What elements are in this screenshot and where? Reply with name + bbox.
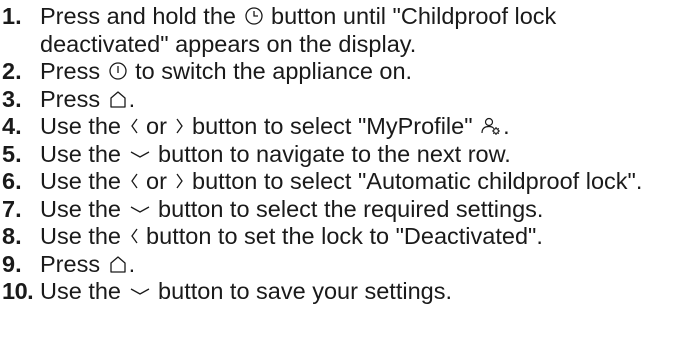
step-number: 6.	[2, 168, 22, 194]
step-text-part: Use the	[40, 223, 128, 249]
step-number: 1.	[2, 3, 22, 29]
step-3: 3. Press .	[0, 86, 678, 114]
step-text: Use the button to navigate to the next r…	[40, 141, 678, 169]
power-icon	[108, 61, 128, 81]
step-text-part: button to navigate to the next row.	[151, 140, 511, 167]
chevron-left-icon	[129, 171, 139, 191]
step-number: 4.	[2, 113, 22, 139]
step-text: Press to switch the appliance on.	[40, 58, 678, 86]
step-text-part: button to select the required settings.	[151, 195, 544, 222]
clock-icon	[244, 6, 264, 26]
chevron-left-icon	[129, 116, 139, 136]
step-text-part: .	[128, 85, 136, 112]
step-text-part: Press	[40, 250, 107, 277]
step-text-part: button to select "MyProfile"	[185, 113, 480, 139]
chevron-down-icon	[129, 281, 151, 301]
step-text-part: Use the	[40, 140, 128, 167]
step-text-part: Press	[40, 85, 107, 112]
step-number: 10.	[2, 278, 34, 304]
step-8: 8. Use the button to set the lock to "De…	[0, 223, 678, 251]
step-number: 8.	[2, 223, 22, 249]
step-text-part: Use the	[40, 278, 128, 304]
step-2: 2. Press to switch the appliance on.	[0, 58, 678, 86]
chevron-down-icon	[129, 144, 151, 164]
step-text-part: button to save your settings.	[151, 278, 452, 304]
home-icon	[108, 89, 128, 109]
step-text-part: to switch the appliance on.	[128, 58, 413, 84]
step-number: 5.	[2, 140, 22, 167]
step-text: Use the or button to select "MyProfile" …	[40, 113, 678, 141]
chevron-down-icon	[129, 199, 151, 219]
step-number: 2.	[2, 58, 22, 84]
step-10: 10. Use the button to save your settings…	[0, 278, 678, 306]
step-7: 7. Use the button to select the required…	[0, 196, 678, 224]
step-5: 5. Use the button to navigate to the nex…	[0, 141, 678, 169]
step-text-part: or	[139, 113, 174, 139]
instruction-steps: 1. Press and hold the button until "Chil…	[0, 3, 678, 306]
step-text: Press .	[40, 86, 678, 114]
step-text-part: .	[128, 250, 136, 277]
step-text-part: Press	[40, 58, 107, 84]
step-text-part: Use the	[40, 168, 128, 194]
step-text-part: Use the	[40, 195, 128, 222]
step-text-part: Press and hold the	[40, 3, 243, 29]
step-text: Use the button to save your settings.	[40, 278, 678, 306]
step-text: Use the or button to select "Automatic c…	[40, 168, 678, 196]
step-text-part: Use the	[40, 113, 128, 139]
step-text: Use the button to set the lock to "Deact…	[40, 223, 678, 251]
step-9: 9. Press .	[0, 251, 678, 279]
step-6: 6. Use the or button to select "Automati…	[0, 168, 678, 196]
step-text: Use the button to select the required se…	[40, 196, 678, 224]
step-text: Press and hold the button until "Childpr…	[40, 3, 678, 58]
step-text-part: button to select "Automatic childproof l…	[185, 168, 643, 194]
profile-icon	[480, 116, 502, 136]
chevron-right-icon	[175, 171, 185, 191]
step-number: 3.	[2, 85, 22, 112]
step-text-part: or	[139, 168, 174, 194]
chevron-left-icon	[129, 226, 139, 246]
step-text-part: .	[503, 113, 510, 139]
step-number: 7.	[2, 195, 22, 222]
step-text: Press .	[40, 251, 678, 279]
step-number: 9.	[2, 250, 22, 277]
step-4: 4. Use the or button to select "MyProfil…	[0, 113, 678, 141]
step-1: 1. Press and hold the button until "Chil…	[0, 3, 678, 58]
step-text-part: button to set the lock to "Deactivated".	[139, 223, 543, 249]
home-icon	[108, 254, 128, 274]
chevron-right-icon	[175, 116, 185, 136]
